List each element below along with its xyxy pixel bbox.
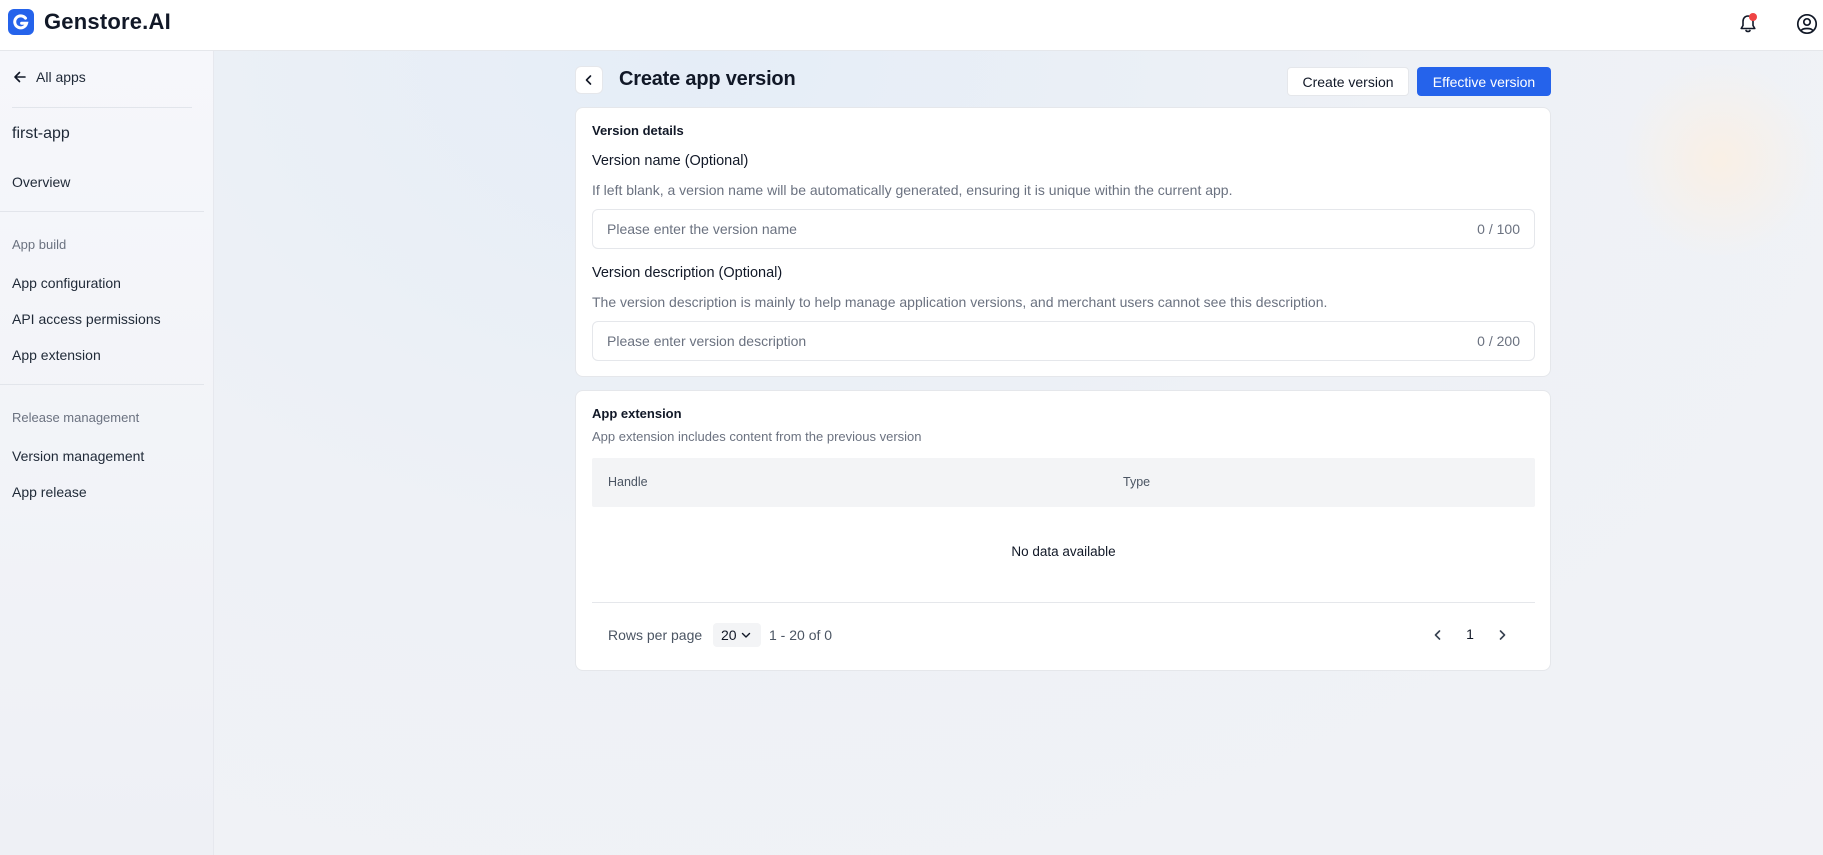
- version-details-card: Version details Version name (Optional) …: [575, 107, 1551, 377]
- page-number[interactable]: 1: [1460, 626, 1480, 642]
- page-title: Create app version: [619, 68, 796, 90]
- sidebar-divider: [12, 107, 192, 108]
- all-apps-link[interactable]: All apps: [12, 69, 86, 85]
- rows-per-page-select[interactable]: 20: [713, 623, 761, 647]
- top-bar: Genstore.AI: [0, 0, 1823, 51]
- column-header-type[interactable]: Type: [1123, 475, 1150, 489]
- arrow-left-icon: [14, 71, 26, 83]
- brand-logo[interactable]: Genstore.AI: [8, 9, 171, 35]
- version-name-help: If left blank, a version name will be au…: [592, 182, 1233, 198]
- background-glow: [1620, 60, 1820, 260]
- sidebar-section-release-management: Release management: [12, 410, 140, 425]
- app-extension-card: App extension App extension includes con…: [575, 390, 1551, 671]
- pagination-range: 1 - 20 of 0: [769, 627, 833, 643]
- chevron-left-icon: [585, 75, 592, 85]
- back-button[interactable]: [575, 66, 603, 94]
- version-name-counter: 0 / 100: [1477, 221, 1520, 237]
- page-header: Create app version Create version Effect…: [575, 66, 1551, 96]
- notification-dot: [1749, 13, 1757, 21]
- version-name-input[interactable]: [607, 210, 1427, 248]
- version-name-field[interactable]: 0 / 100: [592, 209, 1535, 249]
- chevron-right-icon: [1499, 630, 1506, 640]
- all-apps-label: All apps: [36, 69, 86, 85]
- sidebar-divider: [0, 384, 204, 385]
- column-header-handle[interactable]: Handle: [608, 475, 648, 489]
- rows-per-page-label: Rows per page: [608, 627, 703, 643]
- next-page-button[interactable]: [1491, 624, 1513, 646]
- sidebar-item-app-release[interactable]: App release: [12, 484, 87, 500]
- sidebar: All apps first-app Overview App build Ap…: [0, 51, 214, 855]
- bell-icon[interactable]: [1736, 12, 1760, 36]
- version-description-input[interactable]: [607, 322, 1427, 360]
- version-description-counter: 0 / 200: [1477, 333, 1520, 349]
- chevron-left-icon: [1434, 630, 1441, 640]
- table-header: Handle Type: [592, 458, 1535, 507]
- previous-page-button[interactable]: [1427, 624, 1449, 646]
- genstore-logo-icon: [8, 9, 34, 35]
- version-description-label: Version description (Optional): [592, 265, 783, 281]
- sidebar-section-app-build: App build: [12, 237, 67, 252]
- sidebar-item-api-access-permissions[interactable]: API access permissions: [12, 311, 161, 327]
- app-extension-title: App extension: [592, 406, 682, 421]
- sidebar-divider: [0, 211, 204, 212]
- version-description-field[interactable]: 0 / 200: [592, 321, 1535, 361]
- sidebar-item-version-management[interactable]: Version management: [12, 448, 144, 464]
- effective-version-button[interactable]: Effective version: [1417, 67, 1551, 96]
- sidebar-app-name: first-app: [12, 125, 70, 142]
- version-description-help: The version description is mainly to hel…: [592, 294, 1328, 310]
- sidebar-item-app-configuration[interactable]: App configuration: [12, 275, 121, 291]
- rows-per-page-value: 20: [721, 627, 737, 643]
- empty-state-text: No data available: [1011, 544, 1116, 559]
- app-extension-subtitle: App extension includes content from the …: [592, 429, 922, 444]
- sidebar-item-app-extension[interactable]: App extension: [12, 347, 101, 363]
- create-version-button[interactable]: Create version: [1287, 67, 1409, 96]
- brand-name: Genstore.AI: [44, 9, 171, 34]
- table-divider: [592, 602, 1535, 603]
- version-details-title: Version details: [592, 123, 684, 138]
- version-name-label: Version name (Optional): [592, 153, 749, 169]
- chevron-down-icon: [741, 632, 750, 638]
- user-circle-icon[interactable]: [1794, 11, 1820, 37]
- sidebar-item-overview[interactable]: Overview: [12, 174, 70, 190]
